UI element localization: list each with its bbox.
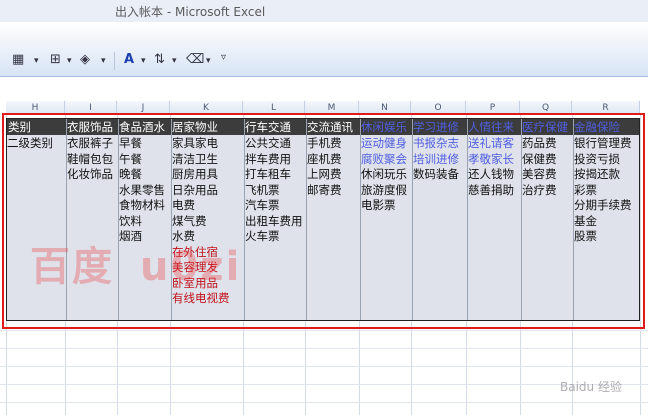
fill-color-icon[interactable]: ◈ [80,52,90,70]
gridline [0,384,648,385]
chevron-down-icon[interactable]: ▾ [141,56,146,74]
ribbon [0,22,648,47]
formatting-toolbar: ▦ ▾ ⊞ ▾ ◈ ▾ A ▾ ⇅ ▾ ⌫ ▾ ▿ [0,46,648,77]
chevron-down-icon[interactable]: ▾ [206,56,211,74]
chevron-down-icon[interactable]: ▾ [34,56,39,74]
sort-icon[interactable]: ⇅ [154,52,165,70]
highlight-box [2,113,645,329]
more-icon[interactable]: ▿ [221,52,226,70]
gridline [0,330,648,331]
font-color-icon[interactable]: A [124,52,134,70]
cell-border-icon[interactable]: ⊞ [50,52,61,70]
borders-icon[interactable]: ▦ [12,52,24,70]
formula-area [0,77,648,101]
gridline [0,366,648,367]
clear-icon[interactable]: ⌫ [186,52,204,70]
chevron-down-icon[interactable]: ▾ [172,56,177,74]
title-bar: 出入帐本 - Microsoft Excel [0,0,648,22]
window-title: 出入帐本 - Microsoft Excel [115,5,266,19]
baidu-logo: Baidu 经验 [560,380,622,394]
gridline [0,402,648,403]
chevron-down-icon[interactable]: ▾ [101,56,106,74]
chevron-down-icon[interactable]: ▾ [67,56,72,74]
gridline [0,348,648,349]
